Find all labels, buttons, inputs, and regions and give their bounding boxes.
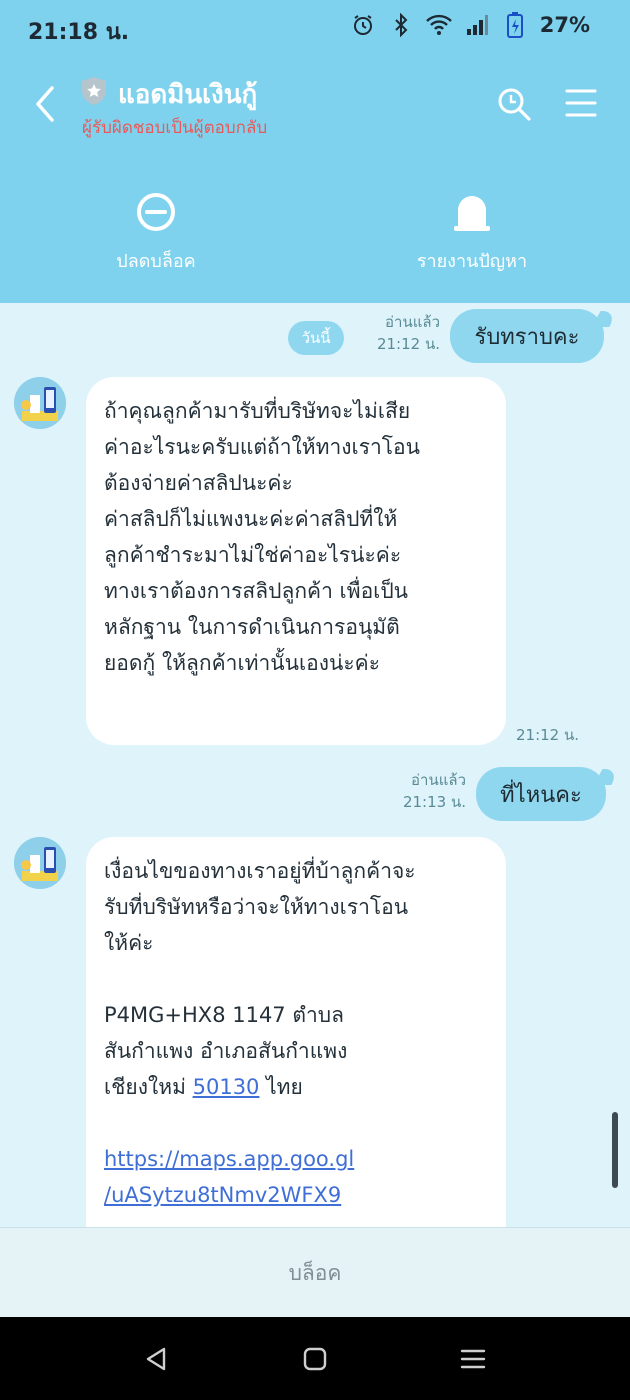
block-label: บล็อค <box>288 1260 342 1285</box>
date-pill: วันนี้ <box>288 321 344 355</box>
address-line: สันกำแพง อำเภอสันกำแพง <box>104 1039 348 1063</box>
message-text: รับทราบคะ <box>474 324 580 350</box>
battery-percent: 27% <box>539 13 590 37</box>
postcode-link[interactable]: 50130 <box>193 1075 260 1099</box>
message-time: 21:13 น. <box>402 793 466 811</box>
signal-icon <box>464 12 490 38</box>
search-icon[interactable] <box>496 86 532 122</box>
report-button[interactable]: รายงานปัญหา <box>382 190 562 275</box>
unblock-button[interactable]: ปลดบล็อค <box>66 190 246 275</box>
address-line: P4MG+HX8 1147 ตำบล <box>104 1003 344 1027</box>
back-icon[interactable] <box>28 84 64 124</box>
read-receipt: อ่านแล้ว <box>411 771 466 789</box>
unblock-icon <box>134 190 178 234</box>
chat-subtitle: ผู้รับผิดชอบเป็นผู้ตอบกลับ <box>82 118 268 138</box>
message-time: 21:12 น. <box>376 335 440 353</box>
menu-icon[interactable] <box>564 86 598 120</box>
navigation-bar <box>0 1317 630 1400</box>
shield-icon <box>80 76 108 106</box>
report-label: รายงานปัญหา <box>416 251 528 272</box>
home-nav-icon[interactable] <box>299 1343 331 1375</box>
block-button[interactable]: บล็อค <box>0 1227 630 1318</box>
avatar[interactable] <box>14 837 66 889</box>
message-line: ให้ค่ะ <box>104 931 154 955</box>
message-line: ค่าสลิปก็ไม่แพงนะค่ะค่าสลิปที่ให้ <box>104 507 398 531</box>
status-time: 21:18 น. <box>28 20 130 45</box>
recents-nav-icon[interactable] <box>457 1343 489 1375</box>
message-line: หลักฐาน ในการดำเนินการอนุมัติ <box>104 615 400 639</box>
message-line: เงื่อนไขของทางเราอยู่ที่บ้าลูกค้าจะ <box>104 859 416 883</box>
message-meta: อ่านแล้ว 21:13 น. <box>386 769 466 813</box>
chat-header: 21:18 น. 27% แอดมินเงินกู้ ผู้รับผิดชอบเ… <box>0 0 630 303</box>
map-link[interactable]: https://maps.app.goo.gl <box>104 1141 488 1177</box>
message-line: ยอดกู้ ให้ลูกค้าเท่านั้นเองน่ะค่ะ <box>104 651 380 675</box>
message-bubble-in[interactable]: เงื่อนไขของทางเราอยู่ที่บ้าลูกค้าจะ รับท… <box>86 837 506 1227</box>
message-bubble-in[interactable]: ถ้าคุณลูกค้ามารับที่บริษัทจะไม่เสีย ค่าอ… <box>86 377 506 745</box>
scrollbar[interactable] <box>612 1112 618 1188</box>
message-line: ค่าอะไรนะครับแต่ถ้าให้ทางเราโอน <box>104 435 421 459</box>
message-line: รับที่บริษัทหรือว่าจะให้ทางเราโอน <box>104 895 409 919</box>
battery-icon <box>502 12 528 38</box>
message-time: 21:12 น. <box>516 726 580 744</box>
alarm-icon <box>350 12 376 38</box>
back-nav-icon[interactable] <box>140 1343 172 1375</box>
status-icons: 27% <box>350 12 590 38</box>
avatar[interactable] <box>14 377 66 429</box>
message-line: ลูกค้าชำระมาไม่ใช่ค่าอะไรน่ะค่ะ <box>104 543 402 567</box>
wifi-icon <box>425 12 452 38</box>
unblock-label: ปลดบล็อค <box>116 251 196 272</box>
message-text: ที่ไหนคะ <box>500 782 582 808</box>
message-line: ต้องจ่ายค่าสลิปนะค่ะ <box>104 471 293 495</box>
address-city: เชียงใหม่ <box>104 1075 193 1099</box>
address-line: เชียงใหม่ 50130 ไทย <box>104 1069 488 1105</box>
chat-title: แอดมินเงินกู้ <box>118 80 258 110</box>
message-bubble-out[interactable]: รับทราบคะ <box>450 309 604 363</box>
read-receipt: อ่านแล้ว <box>385 313 440 331</box>
bell-icon <box>450 190 494 234</box>
message-meta: อ่านแล้ว 21:12 น. <box>360 311 440 355</box>
message-line: ทางเราต้องการสลิปลูกค้า เพื่อเป็น <box>104 579 409 603</box>
address-country: ไทย <box>259 1075 303 1099</box>
message-bubble-out[interactable]: ที่ไหนคะ <box>476 767 606 821</box>
map-link[interactable]: /uASytzu8tNmv2WFX9 <box>104 1177 488 1213</box>
bluetooth-icon <box>388 12 414 38</box>
message-line: ถ้าคุณลูกค้ามารับที่บริษัทจะไม่เสีย <box>104 399 411 423</box>
message-list[interactable]: วันนี้ อ่านแล้ว 21:12 น. รับทราบคะ ถ้าคุ… <box>0 303 630 1227</box>
